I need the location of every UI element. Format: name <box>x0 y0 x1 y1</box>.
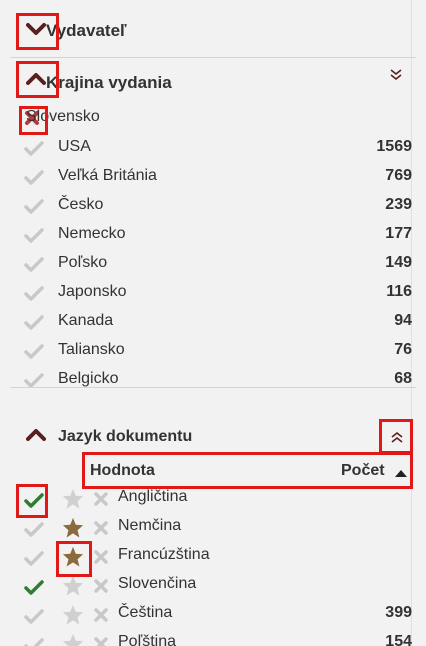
language-option-label[interactable]: Angličtina <box>118 488 187 506</box>
country-option-label[interactable]: Taliansko <box>58 341 125 359</box>
sort-asc-icon[interactable] <box>394 465 408 483</box>
divider <box>10 387 416 388</box>
star-icon[interactable] <box>62 575 84 601</box>
check-icon[interactable] <box>24 550 44 571</box>
language-option-label[interactable]: Nemčina <box>118 517 181 535</box>
highlight-box <box>16 484 48 518</box>
facet-language-title[interactable]: Jazyk dokumentu <box>58 428 192 446</box>
country-option-row[interactable]: Japonsko 116 <box>22 279 412 308</box>
check-icon[interactable] <box>24 227 44 248</box>
facet-publisher-header[interactable]: Vydavateľ <box>0 14 416 48</box>
language-option-count: 154 <box>385 633 412 646</box>
facet-language-header[interactable]: Jazyk dokumentu <box>0 420 416 454</box>
star-icon[interactable] <box>62 633 84 646</box>
country-option-count: 94 <box>394 312 412 329</box>
check-icon[interactable] <box>24 140 44 161</box>
exclude-icon[interactable] <box>94 492 108 511</box>
exclude-icon[interactable] <box>94 637 108 646</box>
exclude-icon[interactable] <box>94 550 108 569</box>
exclude-icon[interactable] <box>94 608 108 627</box>
column-header-value[interactable]: Hodnota <box>90 462 155 480</box>
country-option-label[interactable]: Belgicko <box>58 370 118 388</box>
country-option-label[interactable]: Veľká Británia <box>58 167 157 185</box>
check-icon[interactable] <box>24 169 44 190</box>
country-option-count: 68 <box>394 370 412 387</box>
country-option-label[interactable]: Nemecko <box>58 225 126 243</box>
check-icon[interactable] <box>24 198 44 219</box>
country-option-count: 1569 <box>376 138 412 155</box>
double-chevron-down-icon[interactable] <box>389 68 403 87</box>
exclude-icon[interactable] <box>94 579 108 598</box>
star-icon[interactable] <box>62 488 84 514</box>
country-option-label[interactable]: Kanada <box>58 312 113 330</box>
highlight-box <box>56 541 92 577</box>
country-option-row[interactable]: Nemecko 177 <box>22 221 412 250</box>
country-option-row[interactable]: Veľká Británia 769 <box>22 163 412 192</box>
language-option-count: 399 <box>385 604 412 621</box>
country-option-label[interactable]: Česko <box>58 196 103 214</box>
check-icon[interactable] <box>24 256 44 277</box>
language-option-row[interactable]: Nemčina <box>22 514 412 543</box>
check-icon[interactable] <box>24 637 44 646</box>
country-option-count: 239 <box>385 196 412 213</box>
highlight-box <box>19 106 48 135</box>
country-option-row[interactable]: USA 1569 <box>22 134 412 163</box>
country-option-label[interactable]: Poľsko <box>58 254 107 272</box>
country-option-count: 76 <box>394 341 412 358</box>
country-option-label[interactable]: USA <box>58 138 91 156</box>
country-option-count: 116 <box>386 283 412 300</box>
highlight-box <box>16 13 59 50</box>
language-option-row[interactable]: Čeština 399 <box>22 601 412 630</box>
country-option-row[interactable]: Poľsko 149 <box>22 250 412 279</box>
star-icon[interactable] <box>62 604 84 630</box>
language-option-row[interactable]: Poľština 154 <box>22 630 412 646</box>
check-icon[interactable] <box>24 314 44 335</box>
language-option-label[interactable]: Slovenčina <box>118 575 196 593</box>
country-option-row[interactable]: Belgicko 68 <box>22 366 412 395</box>
language-option-row[interactable]: Angličtina <box>22 485 412 514</box>
facet-country-title[interactable]: Krajina vydania <box>46 73 172 93</box>
chevron-up-icon[interactable] <box>26 428 46 447</box>
check-icon[interactable] <box>24 521 44 542</box>
column-header-count[interactable]: Počet <box>341 462 385 480</box>
check-icon[interactable] <box>24 579 44 600</box>
selected-country-row[interactable]: Slovensko <box>22 104 412 133</box>
star-icon[interactable] <box>62 517 84 543</box>
country-option-row[interactable]: Česko 239 <box>22 192 412 221</box>
country-option-count: 149 <box>385 254 412 271</box>
language-option-label[interactable]: Poľština <box>118 633 176 646</box>
country-option-count: 177 <box>385 225 412 242</box>
check-icon[interactable] <box>24 343 44 364</box>
language-option-label[interactable]: Francúzština <box>118 546 210 564</box>
language-option-label[interactable]: Čeština <box>118 604 172 622</box>
country-option-label[interactable]: Japonsko <box>58 283 127 301</box>
divider <box>10 57 416 58</box>
facet-country-header[interactable]: Krajina vydania <box>0 64 416 98</box>
country-option-row[interactable]: Taliansko 76 <box>22 337 412 366</box>
exclude-icon[interactable] <box>94 521 108 540</box>
highlight-box <box>16 61 59 98</box>
check-icon[interactable] <box>24 285 44 306</box>
country-option-count: 769 <box>385 167 412 184</box>
check-icon[interactable] <box>24 372 44 393</box>
check-icon[interactable] <box>24 608 44 629</box>
country-option-row[interactable]: Kanada 94 <box>22 308 412 337</box>
highlight-box <box>379 419 413 454</box>
